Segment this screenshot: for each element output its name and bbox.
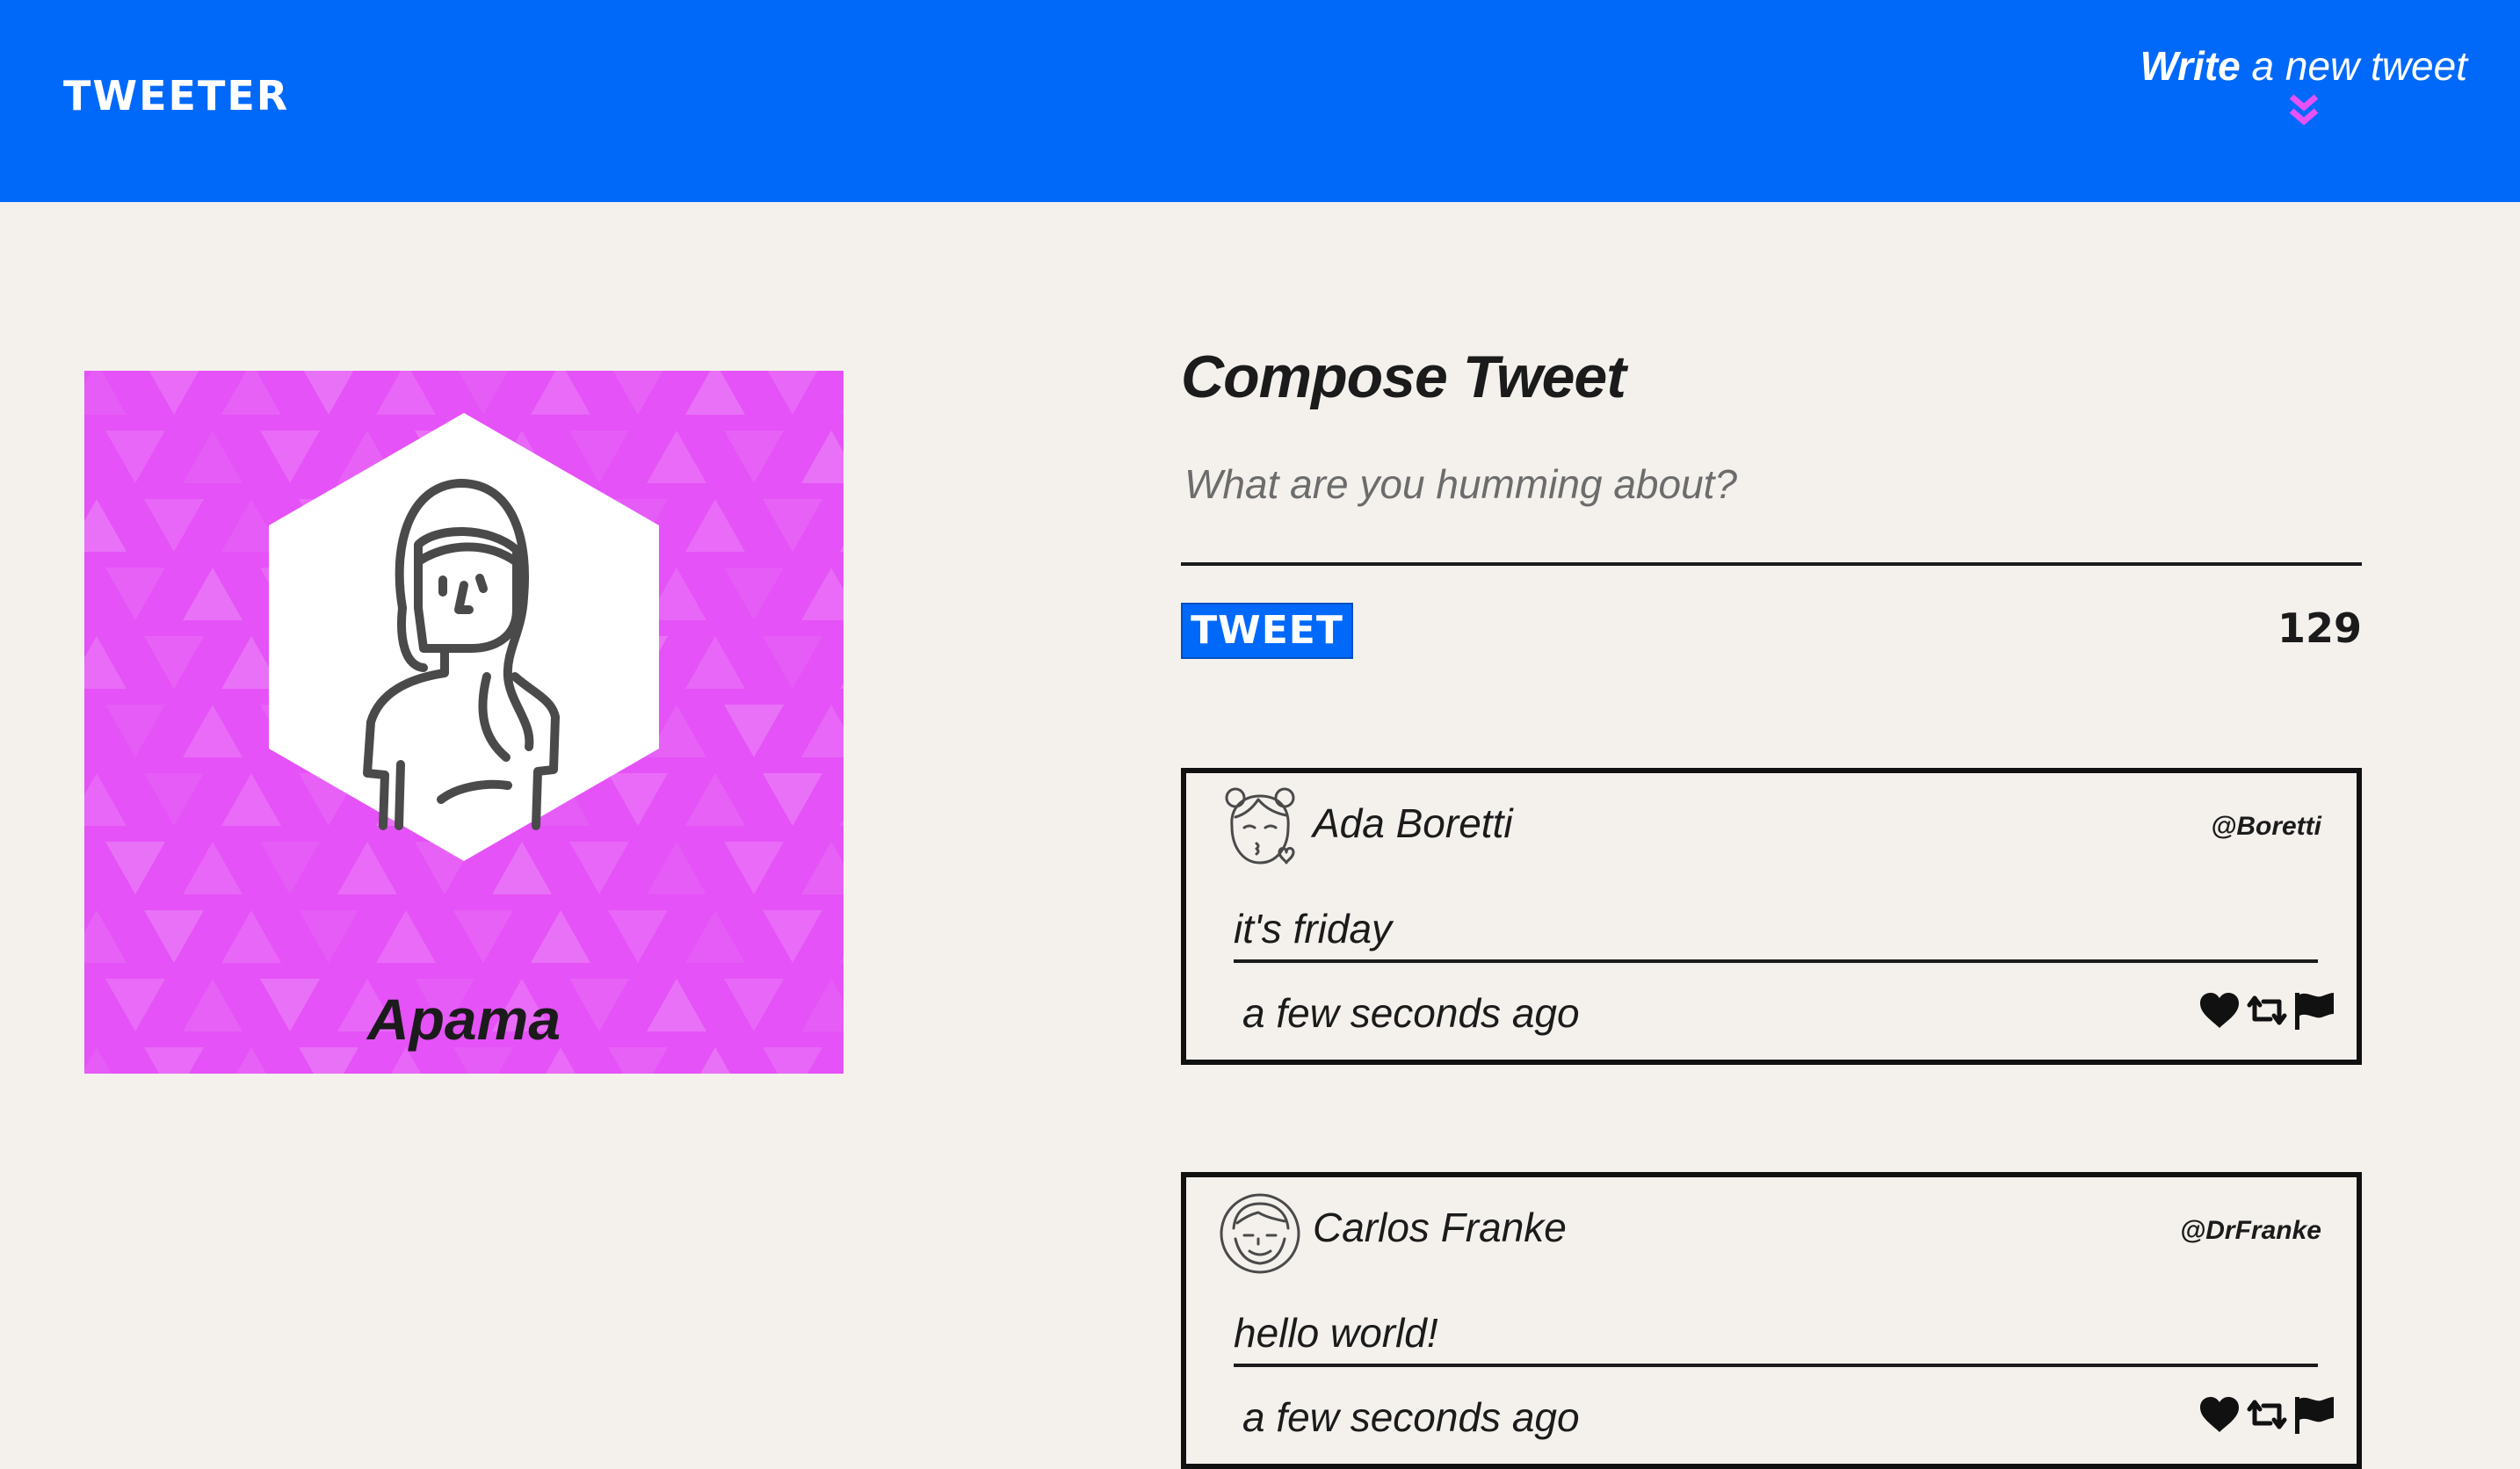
pattern-triangle <box>144 773 204 826</box>
brand-logo[interactable]: TWEETER <box>63 72 289 119</box>
heart-icon[interactable] <box>2197 1393 2242 1436</box>
character-counter: 129 <box>2277 604 2362 652</box>
pattern-triangle <box>840 956 844 963</box>
write-new-tweet-toggle[interactable]: Write a new tweet <box>2140 42 2467 130</box>
retweet-icon[interactable] <box>2244 1393 2290 1436</box>
flag-icon[interactable] <box>2292 1393 2337 1436</box>
double-chevron-down-icon[interactable] <box>2286 91 2321 130</box>
tweet-actions <box>2197 989 2337 1031</box>
pattern-triangle <box>801 705 844 757</box>
pattern-triangle <box>183 705 243 757</box>
tweet-card: Carlos Franke @DrFranke hello world! a f… <box>1181 1172 2362 1469</box>
woman-avatar-icon <box>269 413 659 861</box>
pattern-triangle <box>105 431 165 483</box>
pattern-triangle <box>724 431 784 483</box>
heart-icon[interactable] <box>2197 989 2242 1031</box>
profile-name: Apama <box>366 987 561 1052</box>
pattern-triangle <box>84 910 127 963</box>
pattern-triangle <box>801 431 844 483</box>
tweet-content: it's friday <box>1234 905 2318 963</box>
pattern-triangle <box>144 636 204 689</box>
pattern-triangle <box>612 371 663 415</box>
pattern-triangle <box>183 568 243 620</box>
compose-title: Compose Tweet <box>1181 344 1626 410</box>
profile-card: Apama <box>84 371 844 1074</box>
retweet-icon[interactable] <box>2244 989 2290 1031</box>
pattern-triangle <box>724 842 784 894</box>
pattern-triangle <box>840 819 844 826</box>
write-toggle-label: Write a new tweet <box>2140 43 2467 89</box>
tweet-author-name: Carlos Franke <box>1313 1205 1567 1250</box>
pattern-triangle <box>105 842 165 894</box>
tweet-content: hello world! <box>1234 1309 2318 1367</box>
pattern-triangle <box>299 910 358 963</box>
pattern-triangle <box>221 371 281 415</box>
flag-icon[interactable] <box>2292 989 2337 1031</box>
pattern-triangle <box>840 408 844 415</box>
pattern-triangle <box>685 499 745 552</box>
pattern-triangle <box>840 545 844 552</box>
pattern-triangle <box>303 371 354 415</box>
man-avatar-icon <box>1220 1193 1300 1274</box>
pattern-triangle <box>376 910 436 963</box>
pattern-triangle <box>763 773 822 826</box>
pattern-triangle <box>84 499 127 552</box>
pattern-triangle <box>531 910 590 963</box>
tweet-button[interactable]: TWEET <box>1181 603 1353 659</box>
pattern-triangle <box>84 636 127 689</box>
pattern-triangle <box>376 371 436 415</box>
tweet-actions <box>2197 1393 2337 1436</box>
top-nav: TWEETER Write a new tweet <box>0 0 2520 202</box>
pattern-triangle <box>763 499 822 552</box>
compose-section: Compose Tweet TWEET 129 <box>1181 343 2362 659</box>
pattern-triangle <box>801 842 844 894</box>
tweet-author-handle[interactable]: @Boretti <box>2211 812 2321 842</box>
pattern-triangle <box>183 431 243 483</box>
pattern-triangle <box>763 910 822 963</box>
pattern-triangle <box>685 910 745 963</box>
pattern-triangle <box>458 371 509 415</box>
tweet-card: Ada Boretti @Boretti it's friday a few s… <box>1181 768 2362 1065</box>
pattern-triangle <box>763 636 822 689</box>
pattern-triangle <box>148 371 199 415</box>
tweet-timestamp: a few seconds ago <box>1242 990 1580 1036</box>
pattern-triangle <box>724 705 784 757</box>
girl-kiss-avatar-icon <box>1225 787 1295 865</box>
pattern-triangle <box>221 910 281 963</box>
pattern-triangle <box>767 371 818 415</box>
pattern-triangle <box>105 568 165 620</box>
pattern-triangle <box>144 499 204 552</box>
pattern-triangle <box>183 842 243 894</box>
pattern-triangle <box>685 636 745 689</box>
pattern-triangle <box>840 682 844 689</box>
pattern-triangle <box>724 568 784 620</box>
pattern-triangle <box>84 773 127 826</box>
pattern-triangle <box>84 371 127 415</box>
pattern-triangle <box>801 568 844 620</box>
tweet-author-name: Ada Boretti <box>1313 800 1513 846</box>
tweet-input[interactable] <box>1181 460 2362 566</box>
pattern-triangle <box>531 371 590 415</box>
pattern-triangle <box>144 910 204 963</box>
pattern-triangle <box>453 910 513 963</box>
pattern-triangle <box>608 910 668 963</box>
pattern-triangle <box>685 371 745 415</box>
pattern-triangle <box>105 705 165 757</box>
pattern-triangle <box>685 773 745 826</box>
tweet-author-handle[interactable]: @DrFranke <box>2180 1216 2321 1246</box>
